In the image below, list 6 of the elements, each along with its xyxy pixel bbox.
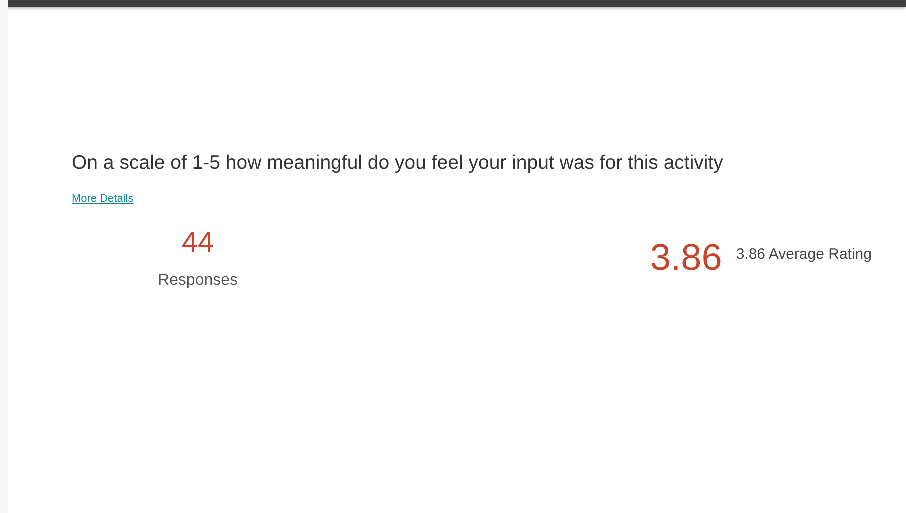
average-value: 3.86 [650, 237, 722, 279]
response-count: 44 [182, 227, 214, 260]
responses-label: Responses [158, 272, 238, 290]
average-rating-label: 3.86 Average Rating [736, 246, 872, 262]
question-text: On a scale of 1-5 how meaningful do you feel your input was for this activity [72, 152, 724, 175]
more-details-link[interactable]: More Details [72, 193, 134, 205]
